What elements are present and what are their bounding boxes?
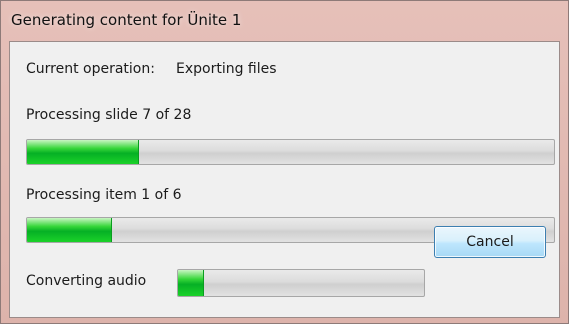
slide-progress-fill <box>27 140 139 164</box>
audio-progress-fill <box>178 270 204 296</box>
audio-progress-bar <box>177 269 425 297</box>
slide-progress-label: Processing slide 7 of 28 <box>26 107 192 123</box>
current-operation-value: Exporting files <box>176 61 277 77</box>
current-operation-label: Current operation: <box>26 61 155 77</box>
cancel-button[interactable]: Cancel <box>434 226 546 258</box>
item-progress-fill <box>27 218 113 242</box>
window-title: Generating content for Ünite 1 <box>11 11 242 29</box>
dialog-body: Current operation: Exporting files Proce… <box>9 41 560 318</box>
title-bar[interactable]: Generating content for Ünite 1 <box>1 1 568 39</box>
audio-progress-label: Converting audio <box>26 273 147 289</box>
item-progress-label: Processing item 1 of 6 <box>26 187 182 203</box>
slide-progress-bar <box>26 139 555 165</box>
progress-dialog: Generating content for Ünite 1 Current o… <box>0 0 569 324</box>
